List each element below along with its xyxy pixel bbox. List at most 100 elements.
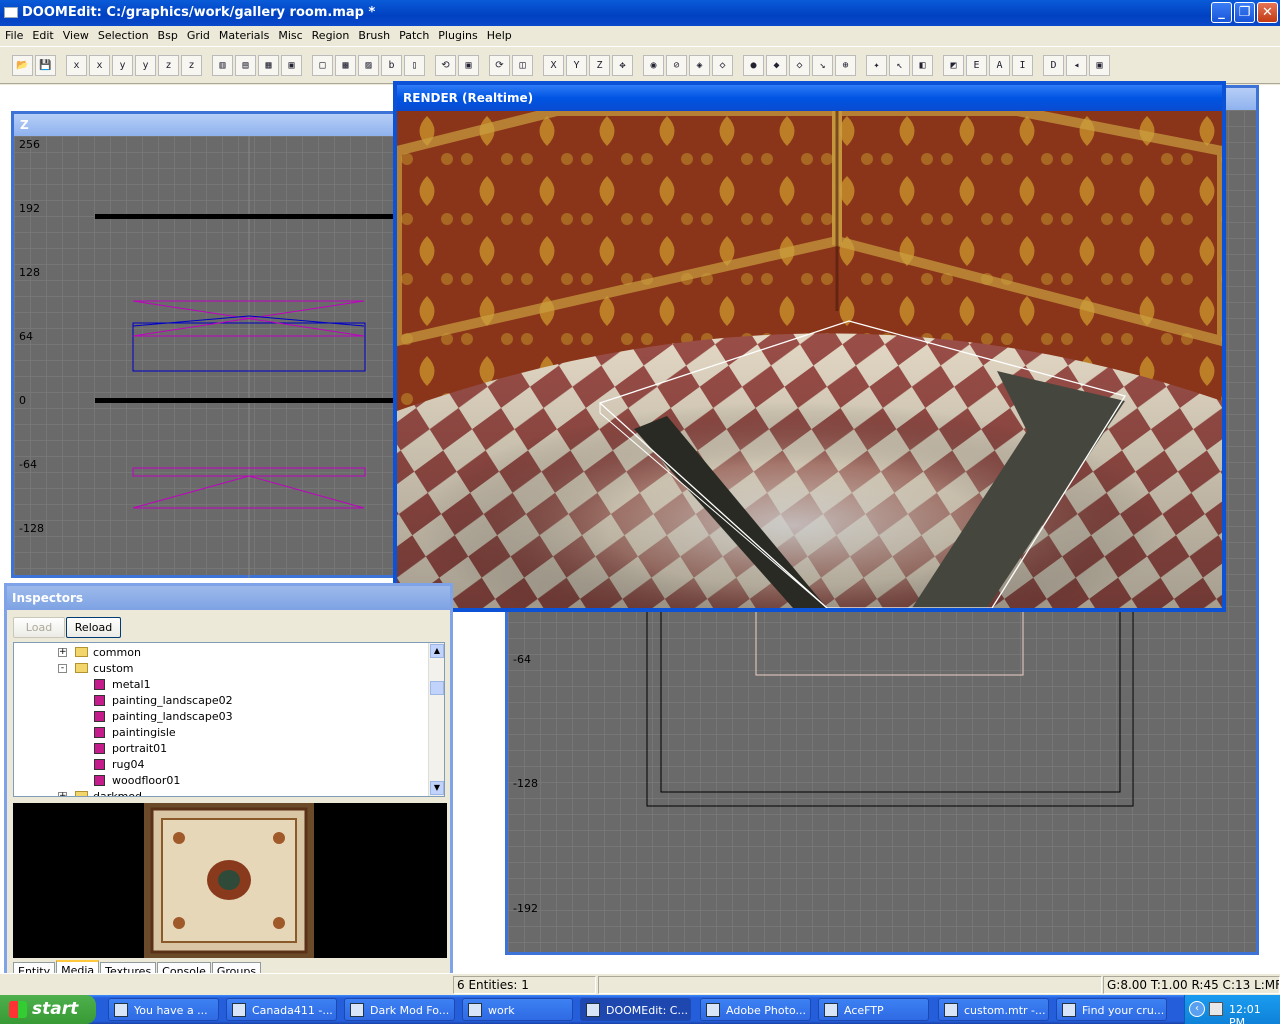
csg-hollow-icon[interactable]: □: [312, 55, 333, 76]
taskbar-item[interactable]: Canada411 -...: [226, 998, 337, 1021]
rotate-mode-icon[interactable]: ⟳: [489, 55, 510, 76]
menu-file[interactable]: File: [5, 29, 23, 42]
tree-item[interactable]: rug04: [14, 757, 428, 773]
sound-icon[interactable]: D: [1043, 55, 1064, 76]
media-tree[interactable]: + common - custom metal1 painting_landscape02…: [13, 642, 445, 797]
tree-item[interactable]: + common: [14, 645, 428, 661]
select-complete-icon[interactable]: ▥: [212, 55, 233, 76]
menu-help[interactable]: Help: [487, 29, 512, 42]
taskbar-item[interactable]: AceFTP: [818, 998, 929, 1021]
patch-icon[interactable]: ◉: [643, 55, 664, 76]
y-axis-icon[interactable]: Y: [566, 55, 587, 76]
menu-misc[interactable]: Misc: [278, 29, 302, 42]
network-icon[interactable]: [1209, 1002, 1223, 1016]
menu-plugins[interactable]: Plugins: [438, 29, 477, 42]
save-icon[interactable]: 💾: [35, 55, 56, 76]
title-bar[interactable]: DOOMEdit: C:/graphics/work/gallery room.…: [0, 0, 1280, 26]
scale-mode-icon[interactable]: ◫: [512, 55, 533, 76]
menu-patch[interactable]: Patch: [399, 29, 429, 42]
select-sounds-icon[interactable]: ◧: [912, 55, 933, 76]
taskbar-item[interactable]: You have a ...: [108, 998, 219, 1021]
tree-item[interactable]: portrait01: [14, 741, 428, 757]
tree-item[interactable]: painting_landscape02: [14, 693, 428, 709]
scroll-thumb[interactable]: [430, 681, 444, 695]
select-inside-icon[interactable]: ▣: [281, 55, 302, 76]
taskbar-item[interactable]: Dark Mod Fo...: [344, 998, 455, 1021]
split-icon[interactable]: ◂: [1066, 55, 1087, 76]
delete-icon[interactable]: I: [1012, 55, 1033, 76]
x-rotate-icon[interactable]: x: [89, 55, 110, 76]
menu-selection[interactable]: Selection: [98, 29, 149, 42]
render-window[interactable]: RENDER (Realtime): [393, 81, 1226, 612]
tree-item[interactable]: woodfloor01: [14, 773, 428, 789]
menu-edit[interactable]: Edit: [32, 29, 53, 42]
taskbar-item[interactable]: Find your cru...: [1056, 998, 1167, 1021]
taskbar-item[interactable]: work: [462, 998, 573, 1021]
csg-merge-icon[interactable]: ▨: [358, 55, 379, 76]
hide-curves-icon[interactable]: ◇: [712, 55, 733, 76]
y-rotate-icon[interactable]: y: [135, 55, 156, 76]
drag-vertices-icon[interactable]: ✦: [866, 55, 887, 76]
expand-icon[interactable]: -: [58, 664, 67, 673]
menu-region[interactable]: Region: [312, 29, 350, 42]
taskbar-item[interactable]: custom.mtr -...: [938, 998, 1049, 1021]
cap-icon[interactable]: ◆: [766, 55, 787, 76]
menu-brush[interactable]: Brush: [358, 29, 390, 42]
csg-subtract-icon[interactable]: ▩: [335, 55, 356, 76]
tree-item[interactable]: - custom: [14, 661, 428, 677]
tree-item[interactable]: + darkmod: [14, 789, 428, 796]
z-view-grid[interactable]: 256 192 128 64 0 -64 -128: [14, 136, 398, 578]
no-curve-icon[interactable]: ⊘: [666, 55, 687, 76]
edit-patch-icon[interactable]: E: [966, 55, 987, 76]
z-flip-icon[interactable]: z: [158, 55, 179, 76]
patch-endcap-icon[interactable]: ⊕: [835, 55, 856, 76]
tree-item[interactable]: painting_landscape03: [14, 709, 428, 725]
tree-item[interactable]: metal1: [14, 677, 428, 693]
maximize-button[interactable]: ❐: [1234, 2, 1255, 23]
cycle-cap-icon[interactable]: ◇: [789, 55, 810, 76]
reload-button[interactable]: Reload: [66, 617, 121, 638]
menu-grid[interactable]: Grid: [187, 29, 210, 42]
taskbar-item[interactable]: Adobe Photo...: [700, 998, 811, 1021]
preview-icon[interactable]: ▣: [1089, 55, 1110, 76]
tree-scrollbar[interactable]: ▲ ▼: [428, 643, 444, 796]
menu-bsp[interactable]: Bsp: [158, 29, 178, 42]
select-partial-icon[interactable]: ▦: [258, 55, 279, 76]
close-button[interactable]: ✕: [1257, 2, 1278, 23]
z-axis-icon[interactable]: Z: [589, 55, 610, 76]
clipper-icon[interactable]: b: [381, 55, 402, 76]
expand-icon[interactable]: +: [58, 792, 67, 796]
x-axis-icon[interactable]: X: [543, 55, 564, 76]
change-views-icon[interactable]: ▯: [404, 55, 425, 76]
load-button[interactable]: Load: [13, 617, 65, 638]
texture-lock-icon[interactable]: ⟲: [435, 55, 456, 76]
minimize-button[interactable]: _: [1211, 2, 1232, 23]
y-flip-icon[interactable]: y: [112, 55, 133, 76]
scroll-up-icon[interactable]: ▲: [430, 644, 444, 658]
inspectors-window[interactable]: Inspectors Load Reload + common - custom met…: [4, 583, 453, 988]
x-flip-icon[interactable]: x: [66, 55, 87, 76]
tray-expand-icon[interactable]: ‹: [1189, 1001, 1205, 1017]
taskbar-item[interactable]: DOOMEdit: C...: [580, 998, 691, 1021]
z-tick: -64: [19, 458, 37, 471]
select-lights-icon[interactable]: ◩: [943, 55, 964, 76]
insert-icon[interactable]: A: [989, 55, 1010, 76]
tree-item[interactable]: paintingisle: [14, 725, 428, 741]
move-icon[interactable]: ✥: [612, 55, 633, 76]
z-rotate-icon[interactable]: z: [181, 55, 202, 76]
z-view-window[interactable]: Z 256 192 128 64 0 -64 -128: [11, 111, 401, 578]
menu-materials[interactable]: Materials: [219, 29, 269, 42]
open-icon[interactable]: 📂: [12, 55, 33, 76]
menu-view[interactable]: View: [63, 29, 89, 42]
start-button[interactable]: start: [0, 995, 96, 1024]
render-viewport[interactable]: [397, 111, 1222, 608]
patch-bevel-icon[interactable]: ↘: [812, 55, 833, 76]
clock[interactable]: 12:01 PM: [1229, 1003, 1280, 1024]
camera-preview-icon[interactable]: ▣: [458, 55, 479, 76]
drag-edges-icon[interactable]: ↖: [889, 55, 910, 76]
expand-icon[interactable]: +: [58, 648, 67, 657]
scroll-down-icon[interactable]: ▼: [430, 781, 444, 795]
show-curves-icon[interactable]: ◈: [689, 55, 710, 76]
select-touching-icon[interactable]: ▤: [235, 55, 256, 76]
entity-icon[interactable]: ●: [743, 55, 764, 76]
